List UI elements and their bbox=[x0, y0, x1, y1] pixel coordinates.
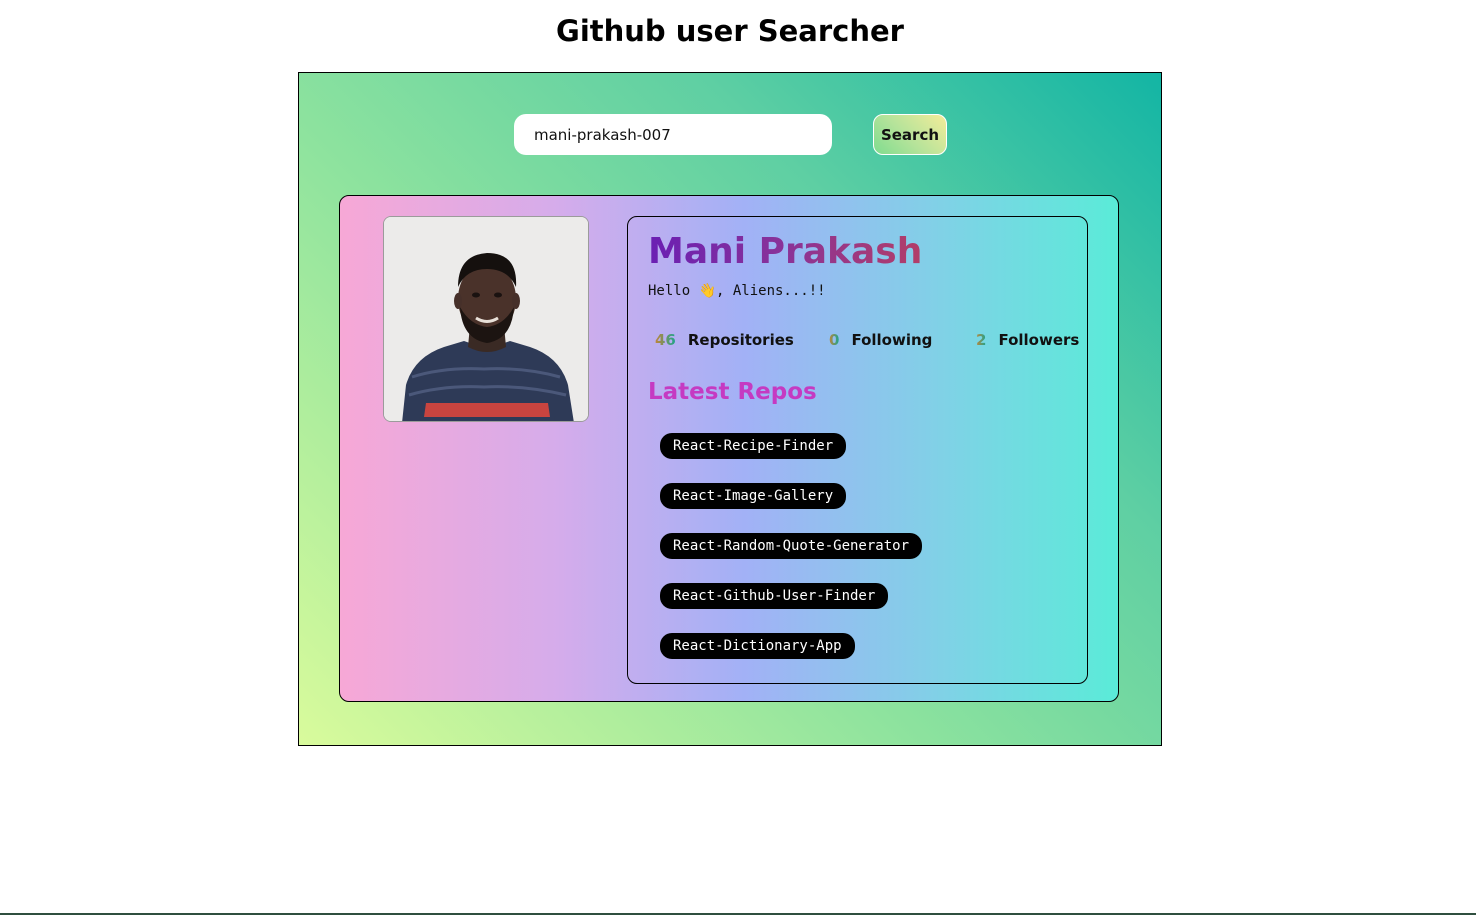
profile-card: Mani Prakash Hello 👋, Aliens...!! 46 Repo… bbox=[339, 195, 1119, 702]
repositories-label: Repositories bbox=[687, 331, 794, 349]
repo-chip[interactable]: React-Image-Gallery bbox=[660, 483, 847, 509]
following-label: Following bbox=[851, 331, 933, 349]
repositories-count: 46 bbox=[655, 331, 676, 349]
user-info-panel: Mani Prakash Hello 👋, Aliens...!! 46 Repo… bbox=[627, 216, 1088, 684]
followers-count: 2 bbox=[976, 331, 987, 349]
following-count: 0 bbox=[829, 331, 840, 349]
avatar bbox=[383, 216, 589, 422]
app-frame: Search bbox=[298, 72, 1162, 746]
repositories-stat: 46 Repositories bbox=[655, 331, 794, 349]
user-name: Mani Prakash bbox=[648, 231, 923, 272]
user-photo-icon bbox=[384, 217, 588, 421]
followers-stat: 2 Followers bbox=[976, 331, 1079, 349]
repo-chip[interactable]: React-Github-User-Finder bbox=[660, 583, 889, 609]
user-bio: Hello 👋, Aliens...!! bbox=[648, 283, 826, 299]
repo-chip[interactable]: React-Random-Quote-Generator bbox=[660, 533, 923, 559]
repo-chip[interactable]: React-Dictionary-App bbox=[660, 633, 855, 659]
search-button[interactable]: Search bbox=[873, 114, 947, 155]
page-title: Github user Searcher bbox=[556, 14, 904, 48]
followers-label: Followers bbox=[998, 331, 1080, 349]
latest-repos-heading: Latest Repos bbox=[648, 379, 817, 405]
repo-list: React-Recipe-Finder React-Image-Gallery … bbox=[660, 433, 923, 683]
repo-chip[interactable]: React-Recipe-Finder bbox=[660, 433, 847, 459]
search-input[interactable] bbox=[514, 114, 832, 155]
following-stat: 0 Following bbox=[829, 331, 932, 349]
